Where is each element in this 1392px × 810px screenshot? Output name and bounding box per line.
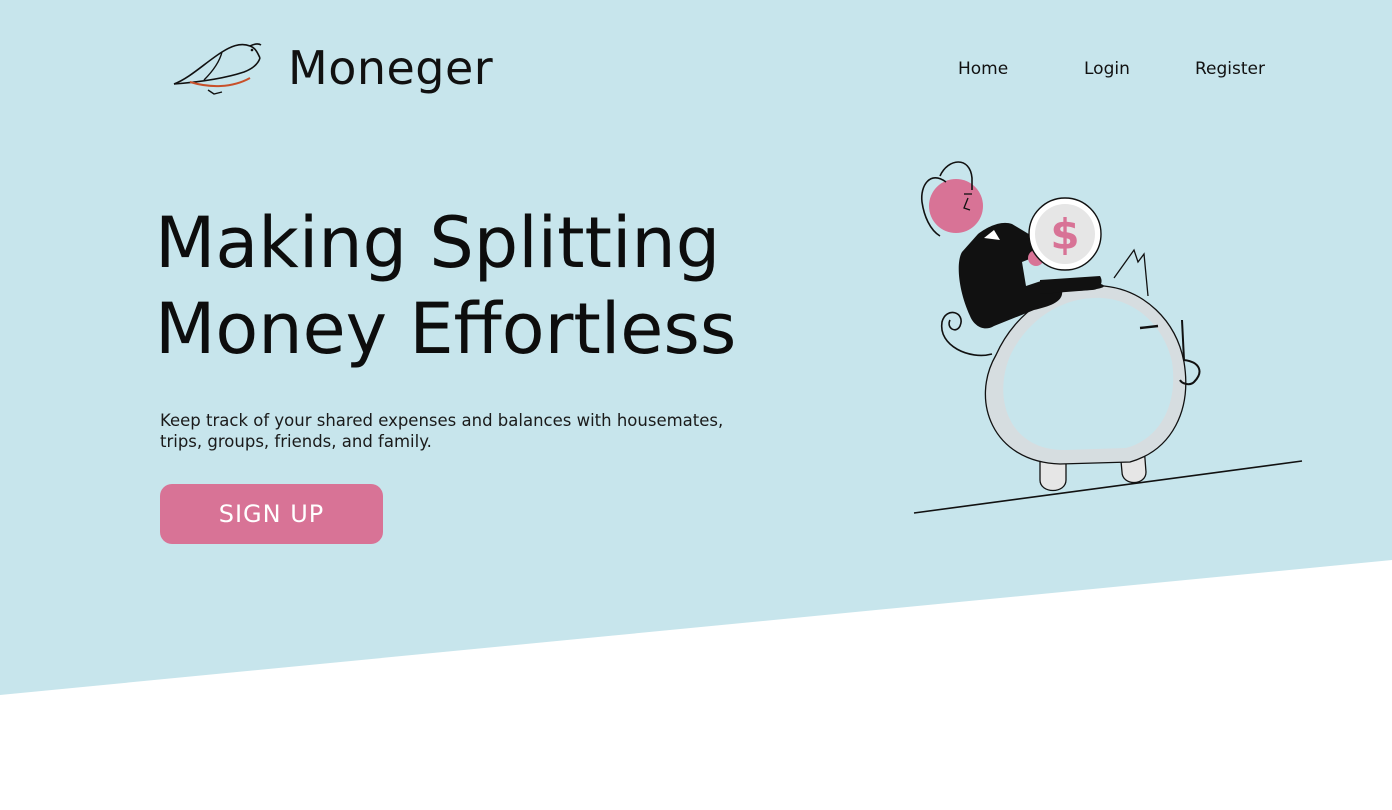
ground-line [913, 460, 1303, 514]
landing-page: Moneger Home Login Register Making Split… [0, 0, 1392, 810]
piggy-bank-illustration: $ [913, 161, 1303, 514]
hero-subtext: Keep track of your shared expenses and b… [160, 410, 780, 452]
hero-headline-line-2: Money Effortless [155, 288, 737, 370]
dollar-icon: $ [1050, 210, 1079, 259]
person-head [929, 179, 983, 233]
bird-logo-icon [173, 43, 262, 95]
hero-headline-line-1: Making Splitting [155, 202, 721, 284]
top-navigation: Home Login Register [958, 58, 1270, 82]
nav-login-link[interactable]: Login [1084, 58, 1130, 80]
brand-name: Moneger [288, 41, 494, 95]
hero-subtext-line-1: Keep track of your shared expenses and b… [160, 411, 724, 430]
hero-subtext-line-2: trips, groups, friends, and family. [160, 432, 432, 451]
sign-up-button[interactable]: SIGN UP [160, 484, 383, 544]
nav-register-link[interactable]: Register [1195, 58, 1265, 80]
nav-home-link[interactable]: Home [958, 58, 1008, 80]
brand-logo[interactable]: Moneger [170, 38, 493, 98]
hero-headline: Making Splitting Money Effortless [155, 200, 736, 372]
